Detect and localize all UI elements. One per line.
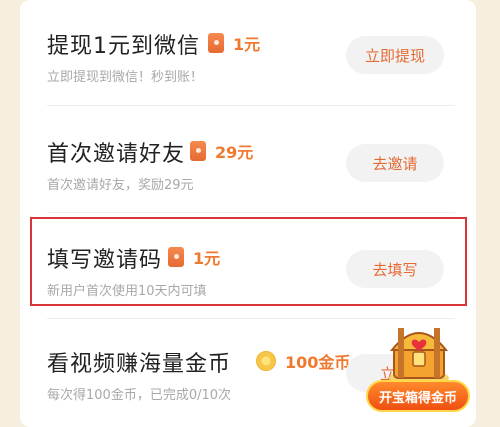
task-title: 提现1元到微信 bbox=[47, 34, 200, 59]
task-title: 填写邀请码 bbox=[47, 248, 163, 273]
treasure-box-label: 开宝箱得金币 bbox=[366, 380, 470, 412]
coupon-icon bbox=[168, 247, 184, 267]
task-title: 看视频赚海量金币 bbox=[47, 352, 232, 377]
coupon-icon bbox=[208, 33, 224, 53]
divider bbox=[47, 212, 455, 213]
treasure-box-widget[interactable]: 开宝箱得金币 bbox=[366, 318, 470, 416]
task-row-withdraw: 提现1元到微信 1元 立即提现到微信！秒到账！ 立即提现 bbox=[20, 0, 476, 100]
withdraw-button[interactable]: 立即提现 bbox=[346, 36, 444, 74]
task-reward: 29元 bbox=[190, 140, 253, 162]
divider bbox=[47, 105, 455, 106]
task-reward: 100金币 bbox=[256, 350, 350, 372]
reward-amount: 100金币 bbox=[285, 353, 351, 372]
coupon-icon bbox=[190, 141, 206, 161]
task-description: 首次邀请好友，奖励29元 bbox=[47, 178, 194, 193]
task-row-invite-code: 填写邀请码 1元 新用户首次使用10天内可填 去填写 bbox=[20, 214, 476, 314]
task-reward: 1元 bbox=[208, 32, 260, 54]
reward-amount: 29元 bbox=[215, 143, 254, 162]
reward-amount: 1元 bbox=[233, 35, 261, 54]
task-reward: 1元 bbox=[168, 246, 220, 268]
task-title: 首次邀请好友 bbox=[47, 142, 186, 167]
fill-code-button[interactable]: 去填写 bbox=[346, 250, 444, 288]
task-row-invite: 首次邀请好友 29元 首次邀请好友，奖励29元 去邀请 bbox=[20, 108, 476, 208]
reward-amount: 1元 bbox=[193, 249, 221, 268]
task-description: 每次得100金币，已完成0/10次 bbox=[47, 388, 232, 403]
treasure-chest-icon bbox=[389, 328, 449, 386]
task-description: 立即提现到微信！秒到账！ bbox=[47, 70, 204, 85]
invite-button[interactable]: 去邀请 bbox=[346, 144, 444, 182]
task-description: 新用户首次使用10天内可填 bbox=[47, 284, 207, 299]
gold-coin-icon bbox=[256, 351, 276, 371]
